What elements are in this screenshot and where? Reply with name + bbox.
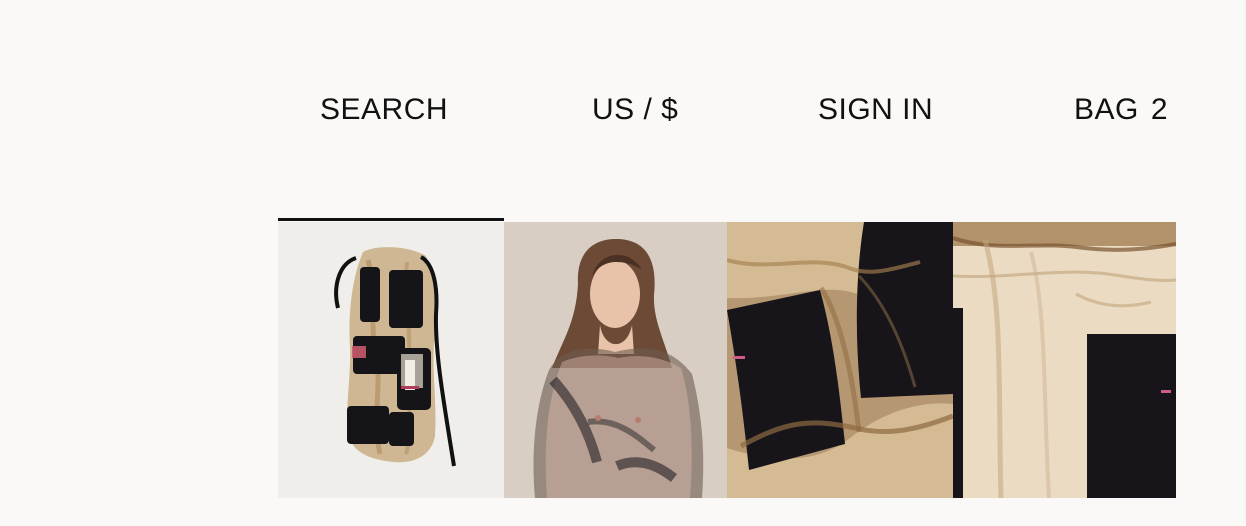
product-front-thumbnail[interactable] (278, 222, 504, 498)
model-wearing-image (504, 222, 727, 498)
product-page: SEARCH US / $ SIGN IN BAG 2 (0, 0, 1246, 526)
closeup-detail-thumbnail[interactable] (953, 222, 1176, 498)
product-image-gallery (278, 222, 1176, 498)
bag-link[interactable]: BAG 2 (1074, 92, 1168, 128)
search-link[interactable]: SEARCH (320, 92, 448, 128)
fabric-detail-image (727, 222, 953, 498)
product-front-image (278, 222, 504, 498)
currency-selector[interactable]: US / $ (592, 92, 678, 128)
closeup-detail-image (953, 222, 1176, 498)
bag-count-badge: 2 (1150, 93, 1169, 126)
top-navigation: SEARCH US / $ SIGN IN BAG 2 (0, 0, 1246, 160)
model-wearing-thumbnail[interactable] (504, 222, 727, 498)
active-thumbnail-indicator (278, 218, 504, 221)
sign-in-link[interactable]: SIGN IN (818, 92, 933, 128)
bag-label: BAG (1074, 93, 1139, 126)
fabric-detail-thumbnail[interactable] (727, 222, 953, 498)
